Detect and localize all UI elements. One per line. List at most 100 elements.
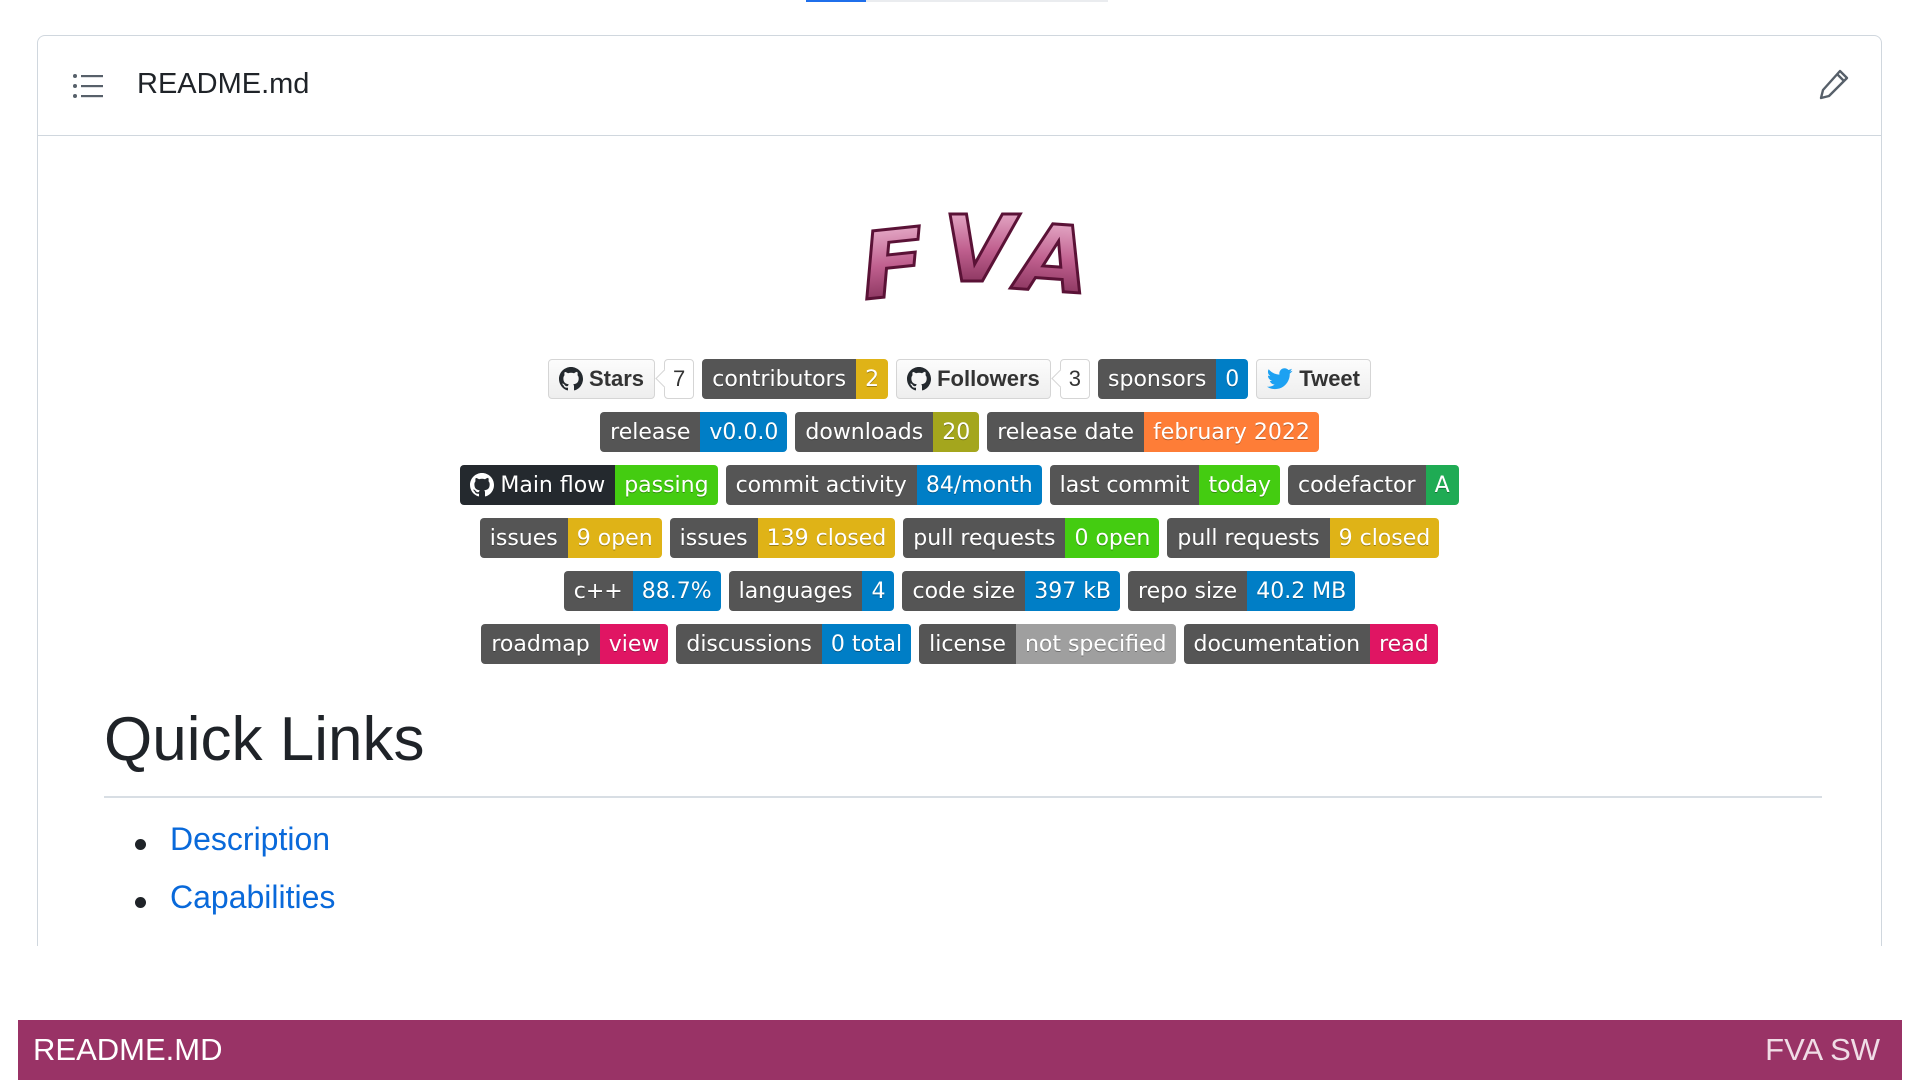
badge-label: license xyxy=(919,624,1016,664)
badge-label: documentation xyxy=(1183,624,1371,664)
commit-activity-badge[interactable]: commit activity 84/month xyxy=(725,465,1042,505)
link-description[interactable]: Description xyxy=(170,821,330,857)
badge-label: downloads xyxy=(795,412,934,452)
readme-header: README.md xyxy=(38,36,1881,136)
downloads-badge[interactable]: downloads 20 xyxy=(795,412,980,452)
c-badge[interactable]: c++ 88.7% xyxy=(563,571,721,611)
badge-label-text: release date xyxy=(997,419,1135,445)
fva-logo: F V A xyxy=(854,195,1094,322)
badge-value: 139 closed xyxy=(757,518,896,558)
badge-value: february 2022 xyxy=(1144,412,1319,452)
documentation-badge[interactable]: documentation read xyxy=(1183,624,1438,664)
badge-value: 2 xyxy=(856,359,889,399)
badge-label: pull requests xyxy=(903,518,1066,558)
badge-value: A xyxy=(1425,465,1459,505)
badge-label-text: issues xyxy=(489,525,558,551)
svg-text:A: A xyxy=(1009,203,1093,315)
badge-label-text: sponsors xyxy=(1108,366,1207,392)
badge-value: read xyxy=(1370,624,1438,664)
badge-label-text: commit activity xyxy=(735,472,907,498)
badge-value: 397 kB xyxy=(1025,571,1121,611)
badge-label-text: contributors xyxy=(712,366,847,392)
badge-value: passing xyxy=(615,465,718,505)
license-badge[interactable]: license not specified xyxy=(919,624,1176,664)
main-flow-badge[interactable]: Main flow passing xyxy=(460,465,718,505)
tab-underline-active xyxy=(806,0,866,2)
social-badge-count[interactable]: 7 xyxy=(664,359,695,399)
link-capabilities[interactable]: Capabilities xyxy=(170,879,335,915)
badge-label: sponsors xyxy=(1098,359,1217,399)
quick-links-list: Description Capabilities xyxy=(104,821,335,937)
badge-label-text: c++ xyxy=(573,578,623,604)
badge-row: release v0.0.0 downloads 20 release date febr… xyxy=(38,412,1881,452)
tweet-button[interactable]: Tweet xyxy=(1256,359,1371,399)
badge-label-text: repo size xyxy=(1138,578,1238,604)
badge-value: 0 open xyxy=(1065,518,1160,558)
badge-row: Main flow passing commit activity 84/month l… xyxy=(38,465,1881,505)
slide-footer: README.MD FVA SW xyxy=(18,1020,1902,1080)
footer-left-text: README.MD xyxy=(33,1032,223,1067)
pull-requests-badge[interactable]: pull requests 0 open xyxy=(903,518,1160,558)
badge-value: not specified xyxy=(1015,624,1176,664)
badge-label: issues xyxy=(669,518,758,558)
badge-label: last commit xyxy=(1049,465,1200,505)
issues-badge[interactable]: issues 139 closed xyxy=(669,518,896,558)
sponsors-badge[interactable]: sponsors 0 xyxy=(1098,359,1249,399)
last-commit-badge[interactable]: last commit today xyxy=(1049,465,1281,505)
table-of-contents-icon[interactable] xyxy=(72,72,104,100)
tab-underline xyxy=(806,0,1108,2)
languages-badge[interactable]: languages 4 xyxy=(728,571,895,611)
badge-label: issues xyxy=(479,518,568,558)
pencil-edit-icon[interactable] xyxy=(1817,67,1851,101)
pull-requests-badge[interactable]: pull requests 9 closed xyxy=(1167,518,1440,558)
code-size-badge[interactable]: code size 397 kB xyxy=(902,571,1121,611)
list-item: Capabilities xyxy=(104,879,335,937)
badge-label-text: pull requests xyxy=(913,525,1056,551)
badge-label-text: downloads xyxy=(805,419,924,445)
badge-label-text: Main flow xyxy=(500,472,606,498)
codefactor-badge[interactable]: codefactor A xyxy=(1288,465,1459,505)
badge-label: pull requests xyxy=(1167,518,1330,558)
badge-value: 40.2 MB xyxy=(1247,571,1356,611)
list-item: Description xyxy=(104,821,335,879)
badge-label: discussions xyxy=(676,624,822,664)
badge-label: Main flow xyxy=(460,465,616,505)
badge-label: code size xyxy=(902,571,1026,611)
badge-value: 20 xyxy=(933,412,980,452)
readme-panel: README.md F V A Stars 7 contributors 2 Follo… xyxy=(37,35,1882,946)
followers-button[interactable]: Followers xyxy=(896,359,1051,399)
badge-value: 0 total xyxy=(821,624,912,664)
badge-label: release xyxy=(600,412,701,452)
heading-divider xyxy=(104,796,1822,798)
badge-label-text: pull requests xyxy=(1177,525,1320,551)
github-icon xyxy=(907,367,932,391)
svg-text:V: V xyxy=(943,196,1021,303)
roadmap-badge[interactable]: roadmap view xyxy=(481,624,669,664)
release-date-badge[interactable]: release date february 2022 xyxy=(987,412,1319,452)
badge-label: contributors xyxy=(702,359,857,399)
stars-social-badge[interactable]: Stars 7 xyxy=(547,359,695,399)
badge-value: today xyxy=(1199,465,1281,505)
discussions-badge[interactable]: discussions 0 total xyxy=(676,624,912,664)
stars-button[interactable]: Stars xyxy=(547,359,656,399)
badge-label-text: languages xyxy=(738,578,853,604)
tweet-badge[interactable]: Tweet xyxy=(1256,359,1371,399)
badge-label-text: last commit xyxy=(1059,472,1190,498)
badge-label: codefactor xyxy=(1288,465,1426,505)
release-badge[interactable]: release v0.0.0 xyxy=(600,412,788,452)
followers-social-badge[interactable]: Followers 3 xyxy=(896,359,1091,399)
quick-links-heading: Quick Links xyxy=(104,705,425,774)
badge-value: 84/month xyxy=(916,465,1042,505)
badge-label-text: documentation xyxy=(1193,631,1361,657)
badge-value: 0 xyxy=(1216,359,1249,399)
readme-title: README.md xyxy=(137,68,310,100)
badge-value: 9 closed xyxy=(1329,518,1440,558)
svg-text:F: F xyxy=(856,208,930,321)
contributors-badge[interactable]: contributors 2 xyxy=(702,359,889,399)
badge-value: 4 xyxy=(862,571,895,611)
twitter-icon xyxy=(1267,368,1293,390)
issues-badge[interactable]: issues 9 open xyxy=(479,518,662,558)
social-badge-count[interactable]: 3 xyxy=(1059,359,1091,399)
repo-size-badge[interactable]: repo size 40.2 MB xyxy=(1128,571,1356,611)
badge-label: repo size xyxy=(1128,571,1248,611)
